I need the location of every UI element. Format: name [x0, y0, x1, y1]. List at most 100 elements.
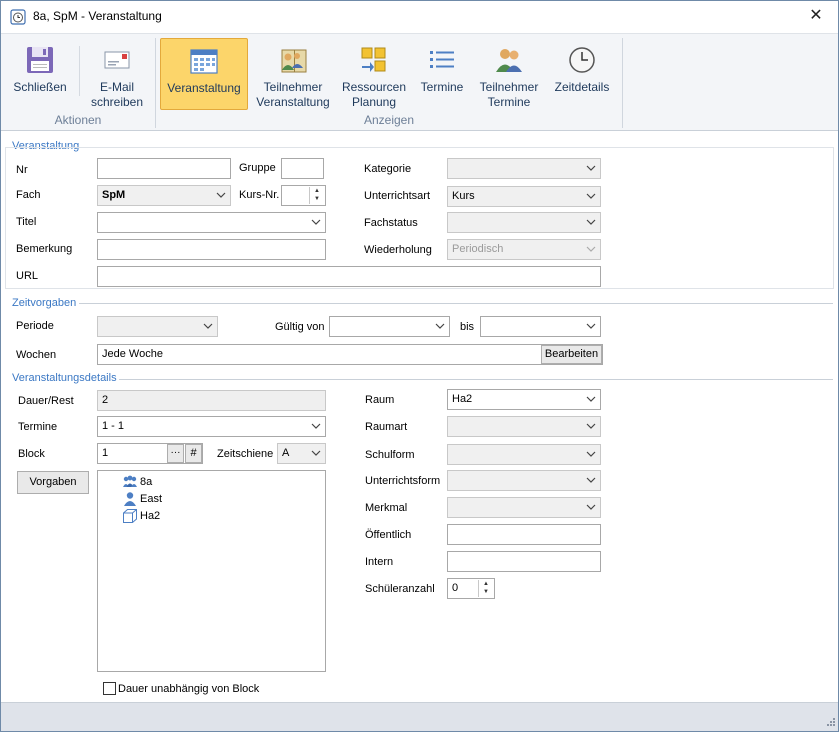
unterrichtsform-select[interactable] — [447, 470, 601, 491]
schueleranzahl-label: Schüleranzahl — [365, 583, 435, 595]
close-save-button[interactable]: Schließen — [7, 38, 73, 110]
stepper-up-icon[interactable]: ▲ — [310, 187, 324, 195]
periode-select[interactable] — [97, 316, 218, 337]
stepper-down-icon[interactable]: ▼ — [479, 588, 493, 596]
kategorie-select[interactable] — [447, 158, 601, 179]
fach-select[interactable]: SpM — [97, 185, 231, 206]
termine-select[interactable]: 1 - 1 — [97, 416, 326, 437]
url-input[interactable] — [97, 266, 601, 287]
gruppe-input[interactable] — [281, 158, 324, 179]
dauer-label: Dauer/Rest — [18, 395, 74, 407]
unterrichtsart-label: Unterrichtsart — [364, 190, 431, 202]
time-details-button[interactable]: Zeitdetails — [549, 38, 615, 110]
participants-icon — [496, 49, 522, 72]
gueltig-von-label: Gültig von — [275, 321, 325, 333]
schueleranzahl-stepper[interactable]: 0 ▲ ▼ — [447, 578, 495, 599]
tree-item-class[interactable]: 8a — [122, 474, 182, 490]
oeffentlich-input[interactable] — [447, 524, 601, 545]
chevron-down-icon — [586, 504, 596, 510]
participants-event-button[interactable]: Teilnehmer Veranstaltung — [253, 38, 333, 110]
appointments-button[interactable]: Termine — [414, 38, 470, 110]
block-dots-button[interactable]: ··· — [167, 444, 184, 463]
email-icon — [104, 51, 130, 69]
resize-grip-icon[interactable] — [824, 717, 836, 729]
vorgaben-button[interactable]: Vorgaben — [17, 471, 89, 494]
chevron-down-icon — [586, 165, 596, 171]
chevron-down-icon — [586, 396, 596, 402]
gruppe-label: Gruppe — [239, 162, 276, 174]
ribbon-separator — [79, 46, 80, 96]
raum-select[interactable]: Ha2 — [447, 389, 601, 410]
bemerkung-input[interactable] — [97, 239, 326, 260]
raumart-label: Raumart — [365, 421, 408, 433]
stepper-arrows[interactable]: ▲ ▼ — [309, 187, 324, 204]
write-email-button[interactable]: E-Mail schreiben — [83, 38, 151, 110]
event-view-button[interactable]: Veranstaltung — [160, 38, 248, 110]
kursnr-stepper[interactable]: ▲ ▼ — [281, 185, 326, 206]
unterrichtsart-select[interactable]: Kurs — [447, 186, 601, 207]
nr-input[interactable] — [97, 158, 231, 179]
intern-input[interactable] — [447, 551, 601, 572]
wiederholung-select[interactable]: Periodisch — [447, 239, 601, 260]
zeitschiene-select[interactable]: A — [277, 443, 326, 464]
floppy-disk-icon — [27, 47, 53, 73]
stepper-arrows[interactable]: ▲ ▼ — [478, 580, 493, 597]
raum-label: Raum — [365, 394, 395, 406]
stepper-up-icon[interactable]: ▲ — [479, 580, 493, 588]
block-label: Block — [18, 448, 45, 460]
raumart-select[interactable] — [447, 416, 601, 437]
tree-item-room[interactable]: Ha2 — [122, 508, 182, 524]
section-line — [119, 379, 833, 380]
calendar-icon — [190, 49, 218, 74]
app-clock-icon — [10, 9, 26, 25]
list-icon — [430, 51, 454, 68]
clock-icon — [569, 47, 595, 73]
chevron-down-icon — [586, 423, 596, 429]
close-window-button[interactable]: ✕ — [794, 1, 838, 31]
wiederholung-label: Wiederholung — [364, 244, 432, 256]
tree-item-teacher[interactable]: East — [122, 491, 182, 507]
ribbon-group-label-actions: Aktionen — [54, 113, 102, 127]
block-hash-button[interactable]: # — [185, 444, 202, 463]
title-bar: 8a, SpM - Veranstaltung ✕ — [1, 1, 838, 33]
resources-planning-icon — [361, 47, 386, 72]
chevron-down-icon — [586, 451, 596, 457]
fachstatus-select[interactable] — [447, 212, 601, 233]
form-content: Veranstaltung Nr Gruppe Kategorie Fach S… — [1, 132, 838, 702]
fachstatus-label: Fachstatus — [364, 217, 418, 229]
resources-planning-button[interactable]: Ressourcen Planung — [338, 38, 410, 110]
ribbon-toolbar: Schließen E-Mail schreiben Aktionen Vera… — [1, 33, 838, 131]
kategorie-label: Kategorie — [364, 163, 412, 175]
wochen-label: Wochen — [16, 349, 57, 361]
unterrichtsform-label: Unterrichtsform — [365, 475, 441, 487]
merkmal-select[interactable] — [447, 497, 601, 518]
schulform-select[interactable] — [447, 444, 601, 465]
kursnr-label: Kurs-Nr. — [239, 189, 280, 201]
chevron-down-icon — [586, 219, 596, 225]
nr-label: Nr — [16, 164, 28, 176]
room-cube-icon — [123, 509, 137, 523]
termine-label: Termine — [18, 421, 58, 433]
gueltig-von-date[interactable] — [329, 316, 450, 337]
dauer-unabhaengig-label: Dauer unabhängig von Block — [118, 683, 260, 695]
section-line — [79, 303, 833, 304]
chevron-down-icon — [311, 450, 321, 456]
bearbeiten-button[interactable]: Bearbeiten — [541, 345, 602, 364]
chevron-down-icon — [435, 323, 445, 329]
ribbon-group-label-view: Anzeigen — [363, 113, 415, 127]
schulform-label: Schulform — [365, 449, 415, 461]
wochen-input[interactable]: Jede Woche — [97, 344, 603, 365]
resources-tree[interactable]: 8a East Ha2 — [97, 470, 326, 672]
stepper-down-icon[interactable]: ▼ — [310, 195, 324, 203]
chevron-down-icon — [216, 192, 226, 198]
dauer-unabhaengig-checkbox[interactable] — [103, 682, 116, 695]
merkmal-label: Merkmal — [365, 502, 408, 514]
event-window: 8a, SpM - Veranstaltung ✕ Schließen E-Ma… — [0, 0, 839, 732]
bis-date[interactable] — [480, 316, 601, 337]
intern-label: Intern — [365, 556, 394, 568]
participants-appointments-button[interactable]: Teilnehmer Termine — [473, 38, 545, 110]
chevron-down-icon — [203, 323, 213, 329]
titel-select[interactable] — [97, 212, 326, 233]
close-icon: ✕ — [809, 7, 823, 24]
ribbon-group-separator — [622, 38, 623, 128]
